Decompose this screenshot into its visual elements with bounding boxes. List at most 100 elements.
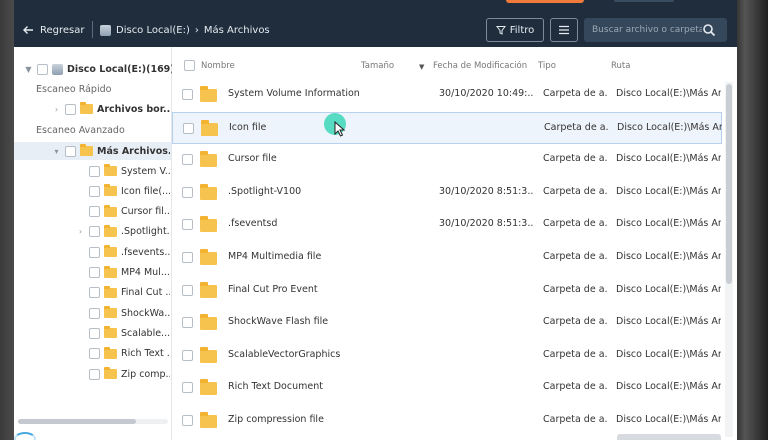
advanced-scan-label: Escaneo Avanzado <box>36 125 125 136</box>
file-path: Disco Local(E:)\Más Ar... <box>616 316 721 328</box>
table-row[interactable]: System Volume Information 30/10/2020 10:4… <box>172 79 722 111</box>
folder-icon <box>104 245 117 258</box>
table-row[interactable]: MP4 Multimedia file Carpeta de a... Disco … <box>172 242 722 274</box>
chevron-down-icon[interactable]: ▼ <box>24 65 33 74</box>
tree-child-checkbox[interactable] <box>89 267 100 278</box>
table-row[interactable]: Icon file Carpeta de a... Disco Local(E:)\… <box>172 111 722 144</box>
tree-child-item[interactable]: Scalable... <box>76 325 170 341</box>
column-path[interactable]: Ruta <box>611 61 630 71</box>
chevron-down-icon[interactable]: ▾ <box>52 147 61 156</box>
row-checkbox[interactable] <box>182 317 193 329</box>
file-path: Disco Local(E:)\Más Ar... <box>616 251 721 262</box>
folder-icon <box>104 326 117 339</box>
row-checkbox[interactable] <box>182 186 193 198</box>
tree-item-checkbox[interactable] <box>65 145 76 157</box>
breadcrumb-item-current[interactable]: Más Archivos <box>204 25 270 36</box>
folder-icon <box>104 204 117 217</box>
tree-root-checkbox[interactable] <box>37 63 48 75</box>
breadcrumb-item-drive[interactable]: Disco Local(E:) <box>116 25 190 36</box>
table-row[interactable]: Final Cut Pro Event Carpeta de a... Disco … <box>172 275 722 307</box>
row-checkbox[interactable] <box>182 382 193 394</box>
filter-button[interactable]: Filtro <box>486 18 544 42</box>
select-all-checkbox[interactable] <box>184 60 195 71</box>
recover-button[interactable] <box>617 434 721 440</box>
table-row[interactable]: ScalableVectorGraphics Carpeta de a... Dis… <box>172 340 722 372</box>
tree-item-checkbox[interactable] <box>65 103 76 115</box>
folder-icon <box>104 224 117 237</box>
modified-date: 30/10/2020 8:51:3... <box>439 218 534 230</box>
row-checkbox[interactable] <box>182 349 193 361</box>
tree-child-label: ShockWa... <box>121 307 170 319</box>
folder-icon <box>200 412 217 428</box>
table-vertical-scrollbar[interactable] <box>725 82 733 437</box>
tree-child-checkbox[interactable] <box>89 165 100 177</box>
table-row[interactable]: .Spotlight-V100 30/10/2020 8:51:3... Carpe… <box>172 177 722 209</box>
tree-child-checkbox[interactable] <box>89 287 100 299</box>
tree-child-item[interactable]: MP4 Mul... <box>76 265 170 281</box>
tree-root-label: Disco Local(E:)(169) <box>67 63 175 75</box>
file-path: Disco Local(E:)\Más Ar... <box>617 121 722 133</box>
folder-icon <box>200 249 217 265</box>
tree-item-advanced[interactable]: ▾ Más Archivos... <box>52 143 170 159</box>
tree-child-item[interactable]: Cursor fil... <box>76 204 170 220</box>
row-checkbox[interactable] <box>183 122 194 134</box>
scrollbar-thumb[interactable] <box>18 419 136 424</box>
tree-child-checkbox[interactable] <box>89 348 100 360</box>
table-row[interactable]: Rich Text Document Carpeta de a... Disco L… <box>172 372 722 404</box>
row-checkbox[interactable] <box>182 284 193 296</box>
row-checkbox[interactable] <box>182 219 193 231</box>
modified-date: 30/10/2020 10:49:... <box>439 88 534 99</box>
table-row[interactable]: .fseventsd 30/10/2020 8:51:3... Carpeta de… <box>172 209 722 241</box>
back-button[interactable]: Regresar <box>22 22 85 38</box>
funnel-icon <box>495 26 506 35</box>
sort-down-icon[interactable]: ▼ <box>419 63 424 71</box>
tree-child-item[interactable]: Zip comp... <box>76 366 170 382</box>
chevron-right-icon[interactable]: › <box>76 227 85 236</box>
tree-child-checkbox[interactable] <box>89 307 100 319</box>
tree-root[interactable]: ▼ Disco Local(E:)(169) <box>24 61 175 77</box>
top-accent-button[interactable] <box>506 0 584 3</box>
tree-child-item[interactable]: Icon file(... <box>76 183 170 199</box>
tree-child-item[interactable]: System V... <box>76 163 170 179</box>
file-name: Cursor file <box>228 153 277 165</box>
tree-child-checkbox[interactable] <box>89 327 100 339</box>
tree-child-checkbox[interactable] <box>89 246 100 258</box>
sidebar-horizontal-scrollbar[interactable] <box>18 419 168 424</box>
breadcrumb-divider <box>92 21 93 38</box>
list-view-button[interactable] <box>550 18 578 42</box>
row-checkbox[interactable] <box>182 89 193 100</box>
tree-child-checkbox[interactable] <box>89 206 100 218</box>
file-type: Carpeta de a... <box>543 381 608 393</box>
column-name[interactable]: Nombre <box>201 61 235 71</box>
table-row[interactable]: Cursor file Carpeta de a... Disco Local(E:… <box>172 144 722 176</box>
tree-child-item[interactable]: .fsevents... <box>76 244 170 260</box>
tree-child-checkbox[interactable] <box>89 185 100 197</box>
scrollbar-thumb[interactable] <box>726 84 732 284</box>
tree-child-item[interactable]: Rich Text ... <box>76 346 170 362</box>
chevron-right-icon[interactable]: › <box>52 105 61 114</box>
column-size[interactable]: Tamaño <box>361 61 394 71</box>
file-name: Final Cut Pro Event <box>228 283 318 295</box>
modified-date: 30/10/2020 8:51:3... <box>439 185 534 197</box>
column-date[interactable]: Fecha de Modificación <box>433 61 527 71</box>
row-checkbox[interactable] <box>182 252 193 263</box>
top-ghost-button[interactable] <box>614 0 674 2</box>
table-row[interactable]: Zip compression file Carpeta de a... Disco… <box>172 405 722 437</box>
row-checkbox[interactable] <box>182 154 193 166</box>
column-type[interactable]: Tipo <box>538 61 556 71</box>
search-icon[interactable] <box>702 23 716 37</box>
tree-child-item[interactable]: Final Cut ... <box>76 285 170 301</box>
search-input[interactable] <box>584 25 702 35</box>
tree-child-item[interactable]: ShockWa... <box>76 305 170 321</box>
filter-label: Filtro <box>509 24 535 36</box>
tree-item-quick[interactable]: › Archivos bor... <box>52 101 170 117</box>
table-row[interactable]: ShockWave Flash file Carpeta de a... Disco… <box>172 307 722 339</box>
tree-child-checkbox[interactable] <box>89 226 100 238</box>
tree-child-item[interactable]: › .Spotlight... <box>76 224 170 240</box>
row-checkbox[interactable] <box>182 415 193 426</box>
tree-child-checkbox[interactable] <box>89 368 100 380</box>
folder-icon <box>200 151 217 168</box>
file-path: Disco Local(E:)\Más Ar... <box>616 218 721 230</box>
